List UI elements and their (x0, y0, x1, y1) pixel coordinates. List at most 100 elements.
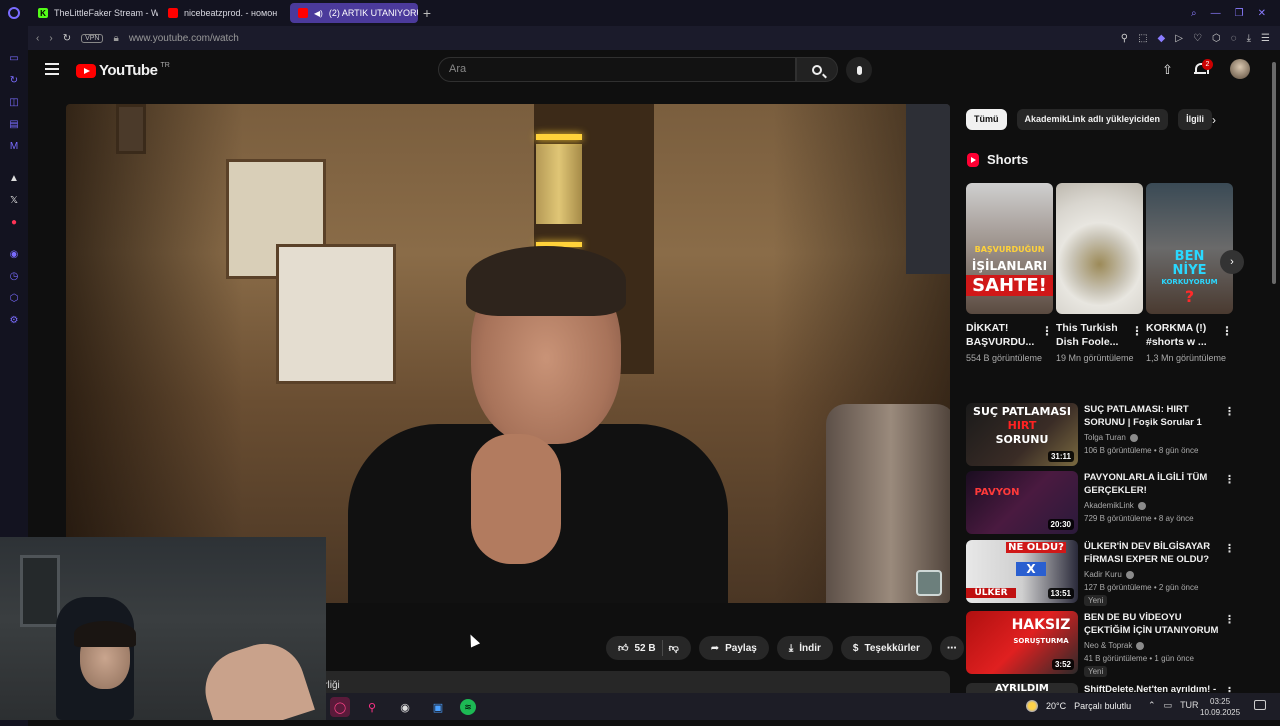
video-title[interactable]: SUÇ PATLAMASI: HIRT SORUNU | Foşik Sorul… (1084, 403, 1224, 429)
short-thumbnail[interactable]: BEN NİYE KORKUYORUM ? (1146, 183, 1233, 314)
kebab-menu-icon[interactable]: ⋮ (1131, 324, 1143, 338)
video-thumbnail[interactable]: SUÇ PATLAMASI HIRT SORUNU 31:11 (966, 403, 1078, 466)
like-count[interactable]: 52 B (634, 643, 655, 654)
thumbs-up-icon[interactable]: 👍︎ (618, 642, 628, 654)
cube-icon[interactable]: ⬡ (1212, 33, 1221, 44)
download-icon[interactable]: ⤓ (1247, 33, 1251, 44)
tab-kick-stream[interactable]: K TheLittleFaker Stream - W (30, 3, 158, 23)
video-title[interactable]: ShiftDelete.Net'ten ayrıldım! - (1084, 683, 1224, 693)
url-field[interactable]: www.youtube.com/watch (129, 33, 239, 44)
kebab-menu-icon[interactable]: ⋮ (1224, 542, 1235, 555)
recommendation-item[interactable]: HAKSIZ SORUŞTURMA 3:52 BEN DE BU VİDEOYU… (966, 611, 1236, 677)
weather-widget[interactable]: 20°C Parçalı bulutlu (1026, 700, 1131, 712)
hamburger-menu-icon[interactable] (45, 63, 59, 75)
network-icon[interactable]: ▭ (1164, 700, 1173, 711)
spotify-taskbar-icon[interactable]: ≋ (460, 699, 476, 715)
video-player[interactable] (66, 104, 950, 603)
obs-taskbar-icon[interactable]: ◉ (395, 697, 415, 717)
chip-related[interactable]: İlgili (1178, 109, 1213, 130)
clock[interactable]: 03:25 10.09.2025 (1200, 696, 1240, 718)
short-item[interactable]: This Turkish Dish Foole... 19 Mn görüntü… (1056, 183, 1143, 365)
extensions-icon[interactable]: ⬡ (7, 292, 21, 306)
more-actions-button[interactable]: ⋯ (939, 636, 964, 660)
history-icon[interactable]: ◷ (7, 270, 21, 284)
aria-icon[interactable]: ▲ (7, 172, 21, 186)
map-pin-taskbar-icon[interactable]: ⚲ (362, 697, 382, 717)
mail-icon[interactable]: M (7, 140, 21, 154)
close-icon[interactable]: ✕ (1258, 8, 1266, 19)
thanks-button[interactable]: $ Teşekkürler (840, 636, 932, 660)
search-input[interactable]: Ara (438, 57, 796, 82)
avatar[interactable] (1230, 59, 1250, 79)
page-scrollbar[interactable] (1272, 62, 1276, 284)
vpn-badge[interactable]: VPN (81, 33, 104, 43)
channel-watermark-icon[interactable] (916, 570, 942, 596)
opera-logo-icon[interactable] (0, 0, 28, 26)
notification-center-icon[interactable] (1254, 700, 1266, 710)
short-item[interactable]: BAŞVURDUĞUN İŞİLANLARI SAHTE! DİKKAT! BA… (966, 183, 1053, 365)
minimize-icon[interactable]: — (1211, 8, 1221, 19)
forward-icon[interactable]: › (49, 33, 52, 44)
download-button[interactable]: ⤓ İndir (776, 636, 833, 660)
pin-icon[interactable]: ⚲ (1121, 33, 1128, 44)
recommendation-item[interactable]: AYRILDIM ShiftDelete.Net'ten ayrıldım! -… (966, 683, 1236, 693)
kebab-menu-icon[interactable]: ⋮ (1224, 613, 1235, 626)
new-tab-button[interactable]: + (418, 4, 436, 22)
window-taskbar-icon[interactable]: ▣ (428, 697, 448, 717)
snapshot-icon[interactable]: ⬚ (1138, 33, 1147, 44)
reload-icon[interactable]: ↻ (63, 33, 71, 44)
tab-youtube-nicebeatz[interactable]: nicebeatzprod. - номон (160, 3, 288, 23)
kebab-menu-icon[interactable]: ⋮ (1221, 324, 1233, 338)
settings-gear-icon[interactable]: ⚙ (7, 314, 21, 328)
channel-name[interactable]: Tolga Turan (1084, 433, 1138, 442)
news-icon[interactable]: ▤ (7, 118, 21, 132)
video-thumbnail[interactable]: HAKSIZ SORUŞTURMA 3:52 (966, 611, 1078, 674)
channel-name[interactable]: Neo & Toprak (1084, 641, 1145, 650)
chevron-right-icon[interactable]: › (1212, 113, 1216, 127)
chip-from-uploader[interactable]: AkademikLink adlı yükleyiciden (1016, 109, 1169, 130)
upload-icon[interactable]: ⇧ (1162, 62, 1173, 78)
x-twitter-icon[interactable]: 𝕏 (7, 194, 21, 208)
youtube-logo[interactable]: YouTube TR (76, 62, 170, 79)
short-item[interactable]: BEN NİYE KORKUYORUM ? KORKMA (!) #shorts… (1146, 183, 1233, 365)
wallet-icon[interactable]: ◫ (7, 96, 21, 110)
shorts-next-button[interactable]: › (1220, 250, 1244, 274)
kebab-menu-icon[interactable]: ⋮ (1041, 324, 1053, 338)
video-title[interactable]: ÜLKER'İN DEV BİLGİSAYAR FİRMASI EXPER NE… (1084, 540, 1224, 566)
opera-gx-taskbar-icon[interactable]: ◯ (330, 697, 350, 717)
kebab-menu-icon[interactable]: ⋮ (1224, 473, 1235, 486)
search-tabs-icon[interactable]: ⌕ (1191, 8, 1197, 19)
kebab-menu-icon[interactable]: ⋮ (1224, 405, 1235, 418)
short-title[interactable]: DİKKAT! BAŞVURDU... (966, 321, 1038, 349)
short-title[interactable]: This Turkish Dish Foole... (1056, 321, 1128, 349)
kebab-menu-icon[interactable]: ⋮ (1224, 685, 1235, 693)
video-thumbnail[interactable]: PAVYON 20:30 (966, 471, 1078, 534)
thumbs-down-icon[interactable]: 👎︎ (669, 642, 679, 654)
share-button[interactable]: ➦ Paylaş (698, 636, 769, 660)
messenger-icon[interactable]: ▭ (7, 52, 21, 66)
video-thumbnail[interactable]: AYRILDIM (966, 683, 1078, 693)
tab-youtube-active[interactable]: ◀) (2) ARTIK UTANIYORUM (290, 3, 418, 23)
shield-icon[interactable]: ◆ (1158, 33, 1166, 44)
video-title[interactable]: BEN DE BU VİDEOYU ÇEKTİĞİM İÇİN UTANIYOR… (1084, 611, 1224, 637)
chip-all[interactable]: Tümü (966, 109, 1007, 130)
short-title[interactable]: KORKMA (!) #shorts w ... (1146, 321, 1218, 349)
refresh-icon[interactable]: ↻ (7, 74, 21, 88)
player-icon[interactable]: ◉ (7, 248, 21, 262)
short-thumbnail[interactable]: BAŞVURDUĞUN İŞİLANLARI SAHTE! (966, 183, 1053, 314)
recommendation-item[interactable]: NE OLDU? X ÜLKER 13:51 ÜLKER'İN DEV BİLG… (966, 540, 1236, 606)
video-thumbnail[interactable]: NE OLDU? X ÜLKER 13:51 (966, 540, 1078, 603)
recommendation-item[interactable]: SUÇ PATLAMASI HIRT SORUNU 31:11 SUÇ PATL… (966, 403, 1236, 467)
voice-search-button[interactable] (846, 57, 872, 83)
heart-icon[interactable]: ♡ (1193, 33, 1202, 44)
channel-name[interactable]: AkademikLink (1084, 501, 1146, 510)
music-icon[interactable]: ● (7, 216, 21, 230)
video-title[interactable]: PAVYONLARLA İLGİLİ TÜM GERÇEKLER! (1084, 471, 1224, 497)
maximize-icon[interactable]: ❐ (1235, 8, 1244, 19)
back-icon[interactable]: ‹ (36, 33, 39, 44)
search-button[interactable] (796, 57, 838, 82)
language-indicator[interactable]: TUR (1180, 700, 1199, 711)
play-icon[interactable]: ▷ (1175, 33, 1183, 44)
profile-icon[interactable]: ◌ (1231, 33, 1237, 44)
recommendation-item[interactable]: PAVYON 20:30 PAVYONLARLA İLGİLİ TÜM GERÇ… (966, 471, 1236, 535)
